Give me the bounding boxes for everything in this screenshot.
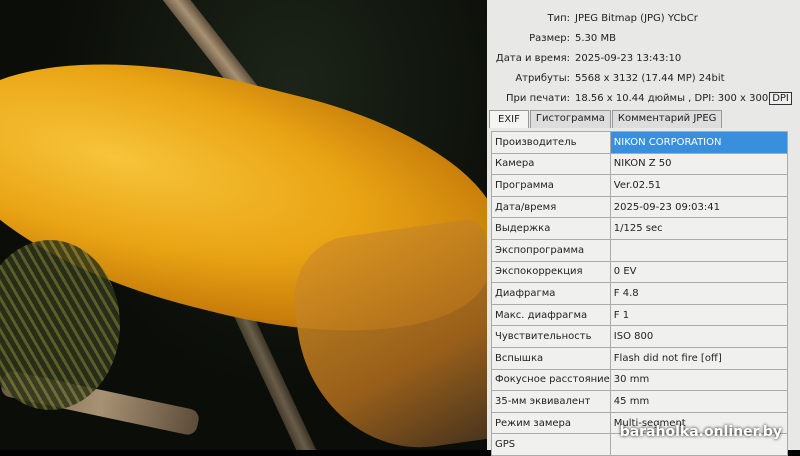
exif-row[interactable]: Фокусное расстояние 30 mm [491,368,789,392]
tab-jpeg-comment[interactable]: Комментарий JPEG [611,110,723,128]
exif-table: Производитель NIKON CORPORATION Камера NIKO… [491,131,789,456]
info-label: Дата и время: [495,52,570,64]
exif-row[interactable]: Программа Ver.02.51 [491,174,789,197]
exif-row[interactable]: 35-мм эквивалент 45 mm [491,390,789,413]
watermark: baraholka.onliner.by [619,424,782,440]
exif-row[interactable]: Чувствительность ISO 800 [491,325,789,348]
exif-key: GPS [491,433,611,456]
exif-key: Вспышка [491,346,611,370]
exif-key: Фокусное расстояние [491,368,611,392]
exif-value: 2025-09-23 09:03:41 [609,195,789,219]
info-label: Атрибуты: [515,72,570,84]
file-info: Тип: JPEG Bitmap (JPG) YCbCr Размер: 5.30 … [487,8,800,108]
dpi-button[interactable]: DPI [769,91,792,105]
tab-bar: EXIF Гистограмма Комментарий JPEG [489,110,723,128]
exif-value: 30 mm [609,368,789,392]
info-value: 5.30 MB [575,32,616,44]
exif-key: Макс. диафрагма [491,303,611,327]
exif-key: Экспопрограмма [491,238,611,262]
info-value: 2025-09-23 13:43:10 [575,52,682,64]
exif-key: Выдержка [491,217,611,240]
exif-row[interactable]: Производитель NIKON CORPORATION [491,131,789,154]
exif-value: F 4.8 [609,282,789,305]
exif-row[interactable]: Вспышка Flash did not fire [off] [491,346,789,370]
info-label: Тип: [547,12,570,24]
info-value: JPEG Bitmap (JPG) YCbCr [575,12,698,24]
exif-key: Камера [491,152,611,176]
exif-value: Ver.02.51 [609,174,789,197]
info-label: При печати: [506,92,570,104]
exif-row[interactable]: Экспокоррекция 0 EV [491,260,789,284]
exif-value: 1/125 sec [609,217,789,240]
exif-key: Производитель [491,131,611,154]
exif-row[interactable]: Дата/время 2025-09-23 09:03:41 [491,195,789,219]
tab-histogram[interactable]: Гистограмма [529,110,611,128]
exif-key: 35-мм эквивалент [491,390,611,413]
exif-row[interactable]: Экспопрограмма [491,238,789,262]
exif-value: 45 mm [609,390,789,413]
exif-row[interactable]: Макс. диафрагма F 1 [491,303,789,327]
exif-key: Программа [491,174,611,197]
exif-key: Дата/время [491,195,611,219]
exif-value [609,238,789,262]
exif-value: NIKON CORPORATION [609,131,789,154]
exif-key: Экспокоррекция [491,260,611,284]
tab-exif[interactable]: EXIF [489,110,529,128]
info-value: 5568 x 3132 (17.44 MP) 24bit [575,72,725,84]
exif-row[interactable]: Выдержка 1/125 sec [491,217,789,240]
info-label: Размер: [529,32,570,44]
exif-value: Flash did not fire [off] [609,346,789,370]
fish-tail [285,217,487,450]
exif-value: ISO 800 [609,325,789,348]
properties-panel: Тип: JPEG Bitmap (JPG) YCbCr Размер: 5.30 … [487,0,800,456]
exif-row[interactable]: Камера NIKON Z 50 [491,152,789,176]
exif-value: 0 EV [609,260,789,284]
info-value: 18.56 x 10.44 дюймы , DPI: 300 x 300 [575,92,769,104]
exif-key: Чувствительность [491,325,611,348]
exif-key: Диафрагма [491,282,611,305]
exif-value: F 1 [609,303,789,327]
photo-preview [0,0,487,450]
exif-value: NIKON Z 50 [609,152,789,176]
exif-row[interactable]: Диафрагма F 4.8 [491,282,789,305]
exif-key: Режим замера [491,411,611,435]
